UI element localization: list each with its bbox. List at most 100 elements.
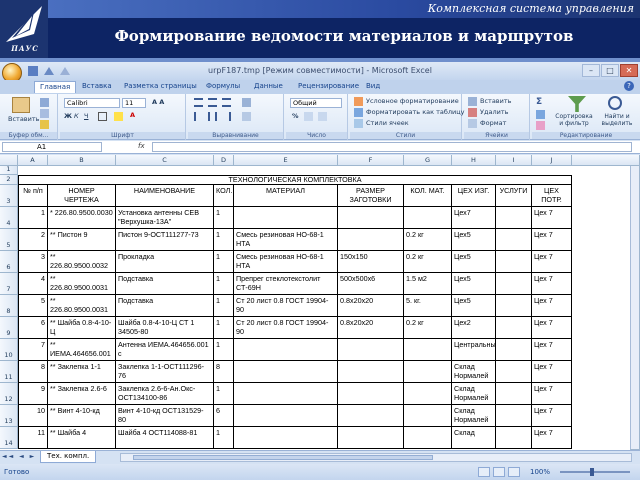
table-cell[interactable]	[496, 295, 532, 317]
table-cell[interactable]: 5. кг.	[404, 295, 452, 317]
tab-page-layout[interactable]: Разметка страницы	[124, 82, 197, 90]
insert-cells-button[interactable]: Вставить	[480, 97, 511, 105]
help-icon[interactable]: ?	[624, 81, 634, 91]
table-cell[interactable]: 9	[18, 383, 48, 405]
table-cell[interactable]: Склад Нормалей	[452, 383, 496, 405]
table-cell[interactable]	[338, 361, 404, 383]
table-cell[interactable]	[404, 339, 452, 361]
table-cell[interactable]	[404, 207, 452, 229]
align-middle-icon[interactable]	[208, 98, 217, 107]
table-cell[interactable]: Цех 7	[532, 339, 572, 361]
table-cell[interactable]: Прокладка	[116, 251, 214, 273]
table-cell[interactable]: Склад	[452, 427, 496, 449]
formula-input[interactable]	[152, 142, 632, 152]
column-header[interactable]: E	[234, 155, 338, 166]
align-left-icon[interactable]	[194, 112, 203, 121]
spreadsheet-grid[interactable]: A B C D E F G H I J 1 2 ТЕХНОЛОГИЧЕСКАЯ КОМПЛЕКТОВКА…	[0, 155, 640, 450]
column-header[interactable]: B	[48, 155, 116, 166]
row-header[interactable]: 2	[0, 175, 18, 185]
table-cell[interactable]: Установка антенны СЕВ "Верхушка-13А"	[116, 207, 214, 229]
table-cell[interactable]	[234, 427, 338, 449]
table-cell[interactable]: ** Заклепка 2.6-6	[48, 383, 116, 405]
conditional-format-icon[interactable]	[354, 97, 363, 106]
row-header[interactable]: 5	[0, 229, 18, 251]
table-cell[interactable]	[338, 339, 404, 361]
table-cell[interactable]: ** Винт 4-10-кд	[48, 405, 116, 427]
row-header[interactable]: 13	[0, 405, 18, 427]
tab-formulas[interactable]: Формулы	[206, 82, 240, 90]
currency-icon[interactable]	[304, 112, 313, 121]
table-cell[interactable]: 3	[18, 251, 48, 273]
table-cell[interactable]: Шайба 4 ОСТ114088-81	[116, 427, 214, 449]
table-cell[interactable]: ** 226.80.9500.0031	[48, 295, 116, 317]
close-button[interactable]: ✕	[620, 64, 638, 77]
column-header[interactable]: J	[532, 155, 572, 166]
table-cell[interactable]: 1	[214, 383, 234, 405]
table-cell[interactable]: Цех 7	[532, 295, 572, 317]
clear-icon[interactable]	[536, 121, 545, 130]
table-cell[interactable]: 1	[214, 317, 234, 339]
table-cell[interactable]: Цех 7	[532, 207, 572, 229]
row-header[interactable]: 10	[0, 339, 18, 361]
table-cell[interactable]: Подставка	[116, 295, 214, 317]
table-cell[interactable]: 0.2 кг	[404, 229, 452, 251]
tab-review[interactable]: Рецензирование	[298, 82, 359, 90]
column-header[interactable]: F	[338, 155, 404, 166]
table-cell[interactable]: Цех 7	[532, 361, 572, 383]
table-cell[interactable]: 0.8x20x20	[338, 295, 404, 317]
row-header[interactable]: 14	[0, 427, 18, 449]
paste-button[interactable]: Вставить	[8, 115, 39, 123]
table-cell[interactable]: Ст 20 лист 0.8 ГОСТ 19904-90	[234, 295, 338, 317]
table-cell[interactable]: ** ИЕМА.464656.001	[48, 339, 116, 361]
minimize-button[interactable]: –	[582, 64, 600, 77]
paste-icon[interactable]	[12, 97, 30, 113]
format-as-table-button[interactable]: Форматировать как таблицу	[366, 108, 465, 116]
table-cell[interactable]: Цех 7	[532, 383, 572, 405]
fill-icon[interactable]	[536, 110, 545, 119]
table-cell[interactable]	[338, 405, 404, 427]
table-cell[interactable]: 5	[18, 295, 48, 317]
table-cell[interactable]: Цех5	[452, 273, 496, 295]
table-cell[interactable]: 2	[18, 229, 48, 251]
row-header[interactable]: 7	[0, 273, 18, 295]
table-cell[interactable]: 6	[214, 405, 234, 427]
table-cell[interactable]	[496, 405, 532, 427]
table-cell[interactable]: Цех 7	[532, 273, 572, 295]
column-header[interactable]: I	[496, 155, 532, 166]
conditional-format-button[interactable]: Условное форматирование	[366, 97, 459, 105]
merge-cells-icon[interactable]	[242, 112, 251, 121]
table-cell[interactable]: ** 226.80.9500.0031	[48, 273, 116, 295]
table-cell[interactable]: Ст 20 лист 0.8 ГОСТ 19904-90	[234, 317, 338, 339]
table-cell[interactable]	[338, 207, 404, 229]
table-cell[interactable]: Препрег стеклотекстолит СТ-69Н	[234, 273, 338, 295]
table-cell[interactable]	[404, 405, 452, 427]
normal-view-icon[interactable]	[478, 467, 490, 477]
copy-icon[interactable]	[40, 109, 49, 118]
format-cells-icon[interactable]	[468, 119, 477, 128]
tab-insert[interactable]: Вставка	[82, 82, 112, 90]
table-cell[interactable]: 1	[214, 295, 234, 317]
column-header[interactable]: D	[214, 155, 234, 166]
table-cell[interactable]: Цех 7	[532, 317, 572, 339]
table-cell[interactable]: 7	[18, 339, 48, 361]
column-header[interactable]: H	[452, 155, 496, 166]
italic-button[interactable]: К	[74, 112, 79, 120]
table-cell[interactable]: ** Заклепка 1-1	[48, 361, 116, 383]
table-cell[interactable]: Заклепка 2.6-6-Ан.Окс-ОСТ134100-86	[116, 383, 214, 405]
table-cell[interactable]: Винт 4-10-кд ОСТ131529-80	[116, 405, 214, 427]
table-cell[interactable]: 1	[214, 251, 234, 273]
table-cell[interactable]: 10	[18, 405, 48, 427]
sort-filter-button[interactable]: Сортировка и фильтр	[554, 113, 594, 127]
decimal-increase-icon[interactable]	[318, 112, 327, 121]
table-cell[interactable]: ** Шайба 4	[48, 427, 116, 449]
table-cell[interactable]	[234, 339, 338, 361]
table-cell[interactable]	[496, 427, 532, 449]
number-format-select[interactable]: Общий	[290, 98, 342, 108]
table-cell[interactable]	[404, 383, 452, 405]
table-cell[interactable]	[496, 339, 532, 361]
table-cell[interactable]: Цех 7	[532, 251, 572, 273]
row-header[interactable]: 8	[0, 295, 18, 317]
tab-home[interactable]: Главная	[34, 81, 77, 93]
table-cell[interactable]: ** 226.80.9500.0032	[48, 251, 116, 273]
insert-cells-icon[interactable]	[468, 97, 477, 106]
